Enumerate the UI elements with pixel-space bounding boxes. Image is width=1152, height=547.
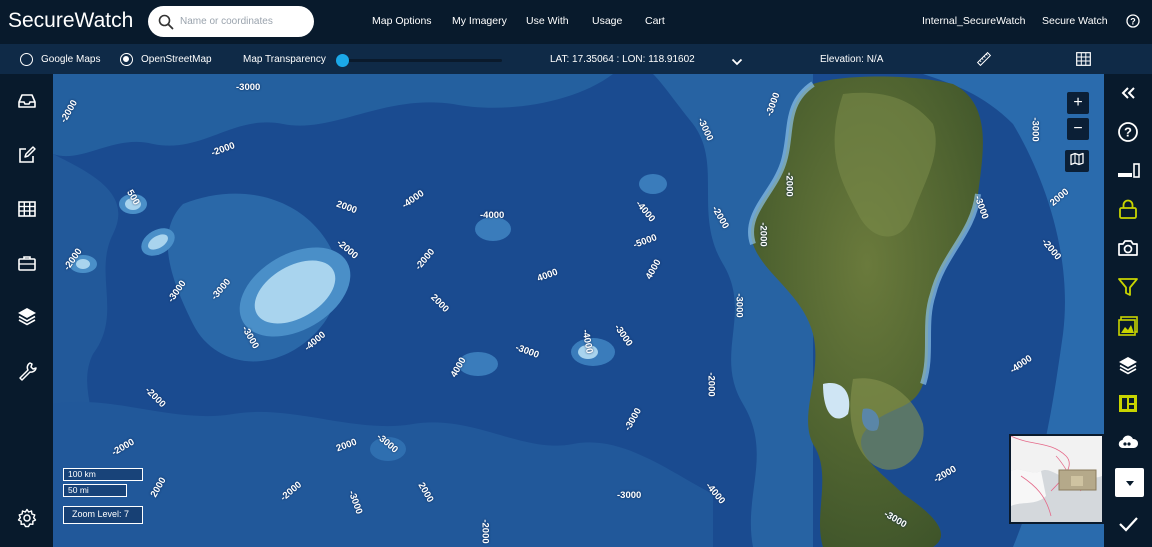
edit-icon[interactable] [16,144,38,166]
contour-label: -3000 [733,293,745,318]
contour-label: -2000 [705,372,717,397]
contour-label: -2000 [479,519,491,544]
contour-label: -3000 [236,82,261,93]
nav-use-with[interactable]: Use With [526,15,569,27]
scale-bar-km: 100 km [63,468,143,481]
search-box[interactable] [148,6,314,37]
gear-icon[interactable] [16,507,38,529]
transparency-slider-handle[interactable] [336,54,349,67]
scale-bar-mi: 50 mi [63,484,127,497]
transparency-slider-track[interactable] [342,59,502,62]
contour-label: -2000 [757,222,769,247]
radio-openstreetmap[interactable] [120,53,133,66]
overview-map-graphic [1011,436,1102,522]
zoom-level-indicator: Zoom Level: 7 [63,506,143,524]
check-icon[interactable] [1117,513,1139,535]
layers-icon[interactable] [1117,354,1139,376]
zoom-out-button[interactable]: − [1067,118,1089,140]
briefcase-icon[interactable] [16,252,38,274]
search-input[interactable] [180,9,306,34]
double-chevron-left-icon[interactable] [1117,82,1139,104]
search-icon[interactable] [152,6,180,37]
map-transparency-label: Map Transparency [243,54,326,65]
basemap-toggle-button[interactable] [1065,150,1089,172]
layers-icon[interactable] [16,305,38,327]
help-icon[interactable]: ? [1117,121,1139,143]
left-sidebar [0,74,53,547]
camera-icon[interactable] [1117,237,1139,259]
elevation-readout: Elevation: N/A [820,54,884,65]
coordinates-readout: LAT: 17.35064 : LON: 118.91602 [550,54,695,65]
map-toolbar: Google Maps OpenStreetMap Map Transparen… [0,44,1152,74]
nav-my-imagery[interactable]: My Imagery [452,15,507,27]
grid-icon[interactable] [1076,52,1091,66]
svg-text:?: ? [1124,125,1132,140]
account-menu[interactable]: Internal_SecureWatch [922,15,1026,27]
table-icon[interactable] [16,198,38,220]
nav-usage[interactable]: Usage [592,15,622,27]
chevron-down-icon[interactable] [731,54,743,66]
nav-map-options[interactable]: Map Options [372,15,432,27]
lock-icon[interactable] [1117,198,1139,220]
contour-label: -2000 [783,172,795,197]
contour-label: -3000 [617,490,642,501]
filter-icon[interactable] [1117,276,1139,298]
top-navigation-bar: SecureWatch Map Options My Imagery Use W… [0,0,1152,44]
wrench-icon[interactable] [16,360,38,382]
nav-cart[interactable]: Cart [645,15,665,27]
image-icon[interactable] [1117,315,1139,337]
app-logo[interactable]: SecureWatch [8,9,133,33]
caret-down-icon [1125,474,1135,492]
overview-minimap[interactable] [1009,434,1104,524]
svg-text:?: ? [1130,16,1136,26]
map-icon [1070,152,1084,171]
ruler-icon[interactable] [976,51,992,67]
label-google-maps[interactable]: Google Maps [41,54,100,65]
cloud-icon[interactable] [1117,431,1139,453]
label-openstreetmap[interactable]: OpenStreetMap [141,54,212,65]
contour-label: -4000 [480,210,505,221]
signal-icon[interactable] [1117,160,1140,182]
inbox-icon[interactable] [16,90,38,112]
right-sidebar: ? [1104,74,1152,547]
compare-icon[interactable] [1117,392,1139,414]
radio-google-maps[interactable] [20,53,33,66]
help-icon[interactable]: ? [1126,14,1140,28]
map-canvas[interactable]: -3000 -2000 -2000 500 -2000 -3000 -2000 … [53,74,1104,547]
zoom-in-button[interactable]: + [1067,92,1089,114]
product-menu[interactable]: Secure Watch [1042,15,1108,27]
contour-label: -3000 [1029,117,1041,142]
dropdown-button[interactable] [1115,468,1144,497]
